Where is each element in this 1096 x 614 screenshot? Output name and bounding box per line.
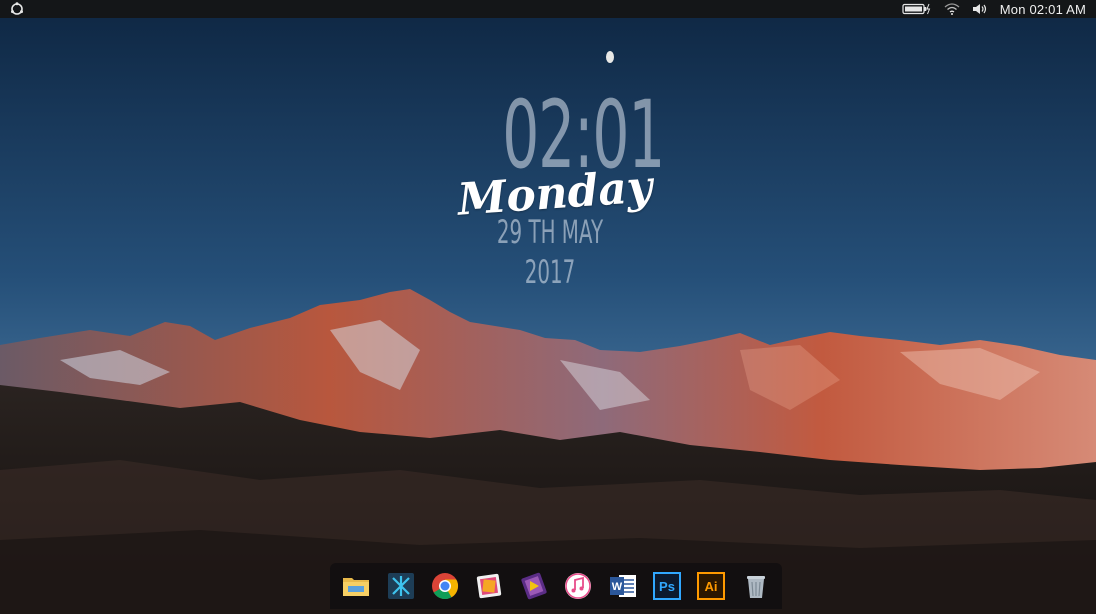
dock: W Ps Ai xyxy=(330,563,782,609)
dock-item-photoshop[interactable]: Ps xyxy=(651,570,683,602)
dock-item-video[interactable] xyxy=(518,570,550,602)
volume-icon[interactable] xyxy=(972,3,988,15)
dock-item-music[interactable] xyxy=(562,570,594,602)
dock-item-illustrator[interactable]: Ai xyxy=(695,570,727,602)
word-icon-label: W xyxy=(611,581,622,593)
trash-icon xyxy=(746,576,765,598)
dock-item-word[interactable]: W xyxy=(607,570,639,602)
dock-item-photos[interactable] xyxy=(473,570,505,602)
top-panel: Mon 02:01 AM xyxy=(0,0,1096,18)
photos-icon xyxy=(477,573,502,599)
photoshop-icon: Ps xyxy=(652,572,681,600)
illustrator-icon: Ai xyxy=(697,572,726,600)
folder-icon xyxy=(343,578,370,596)
word-icon: W xyxy=(609,575,636,597)
dock-item-files[interactable] xyxy=(340,570,372,602)
film-icon xyxy=(521,572,547,600)
illustrator-icon-label: Ai xyxy=(705,579,718,594)
dock-item-chrome[interactable] xyxy=(429,570,461,602)
moon xyxy=(606,51,614,63)
system-tray: Mon 02:01 AM xyxy=(902,0,1086,18)
topbar-clock[interactable]: Mon 02:01 AM xyxy=(1000,2,1086,17)
photoshop-icon-label: Ps xyxy=(659,579,675,594)
battery-charging-icon[interactable] xyxy=(902,3,932,15)
launcher-icon xyxy=(387,573,414,599)
wifi-icon[interactable] xyxy=(944,3,960,15)
dock-item-trash[interactable] xyxy=(740,570,772,602)
dock-item-launcher[interactable] xyxy=(385,570,417,602)
ubuntu-circle-icon[interactable] xyxy=(10,2,24,16)
chrome-icon xyxy=(431,573,459,600)
music-icon xyxy=(565,573,592,599)
